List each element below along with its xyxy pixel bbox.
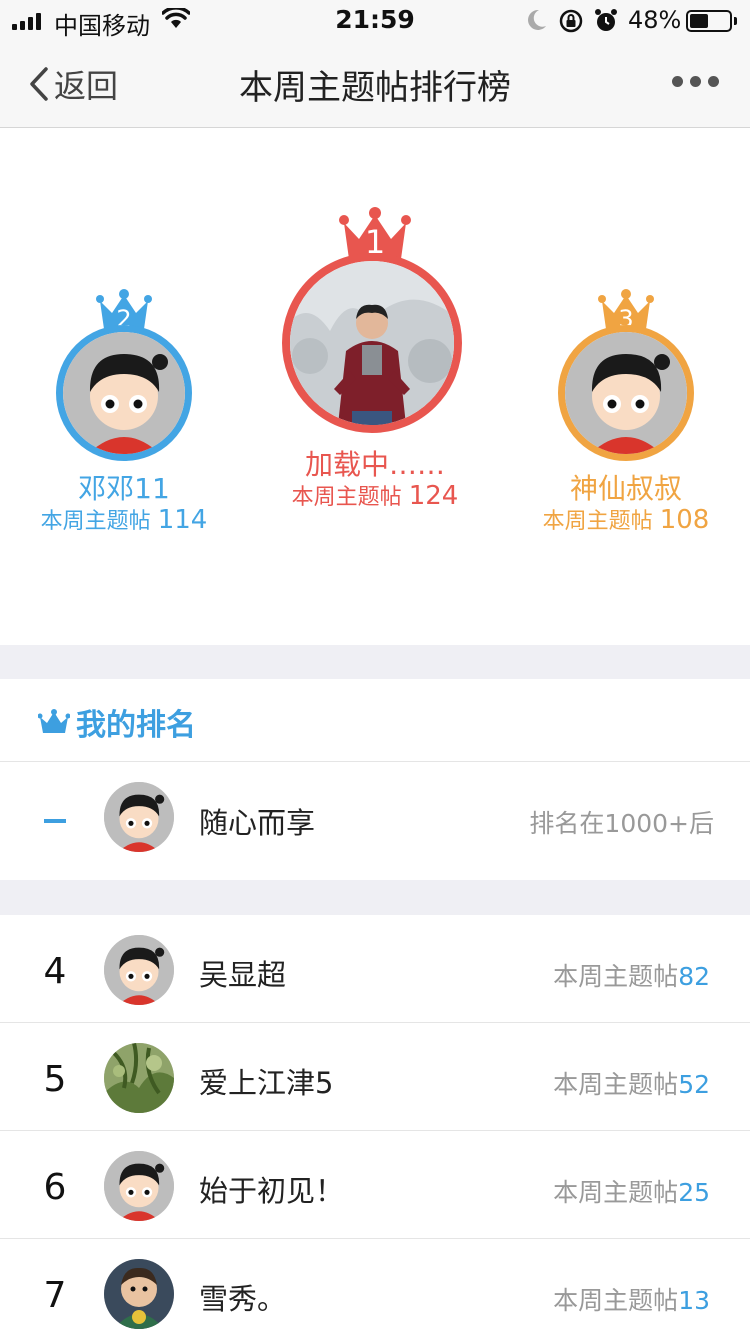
- weekly-post-count: 本周主题帖52: [553, 1065, 710, 1101]
- weekly-post-count: 本周主题帖82: [553, 957, 710, 993]
- count-value: 82: [678, 962, 710, 991]
- my-name: 随心而享: [199, 806, 316, 840]
- battery-percent: 48%: [628, 6, 682, 34]
- count-value: 108: [659, 505, 710, 535]
- section-divider: [0, 880, 750, 915]
- my-rank-header: 我的排名: [0, 679, 750, 762]
- avatar: [56, 325, 192, 461]
- orientation-lock-icon: [558, 8, 584, 38]
- section-divider: [0, 645, 750, 679]
- count-value: 25: [678, 1178, 710, 1207]
- list-item[interactable]: 5 爱上江津5 本周主题帖52: [0, 1023, 750, 1131]
- podium-first[interactable]: 1 加载中…… 本周主题帖 124: [260, 207, 490, 511]
- avatar: [104, 1043, 174, 1113]
- podium-name: 加载中……: [304, 448, 445, 481]
- cartoon-avatar-icon: [104, 782, 174, 852]
- avatar: [282, 253, 462, 433]
- my-rank-title: 我的排名: [76, 708, 196, 743]
- plant-photo: [104, 1043, 174, 1113]
- rank-number: 7: [43, 1275, 67, 1316]
- list-item[interactable]: 7 雪秀。 本周主题帖13: [0, 1239, 750, 1334]
- user-name: 爱上江津5: [199, 1066, 334, 1100]
- podium-third[interactable]: 3 神仙叔叔 本周主题帖 108: [526, 289, 726, 539]
- my-rank-row[interactable]: 随心而享 排名在1000+后: [0, 762, 750, 880]
- count-label: 本周主题帖: [40, 509, 151, 534]
- moon-icon: [527, 9, 547, 35]
- weekly-post-count: 本周主题帖13: [553, 1281, 710, 1317]
- user-name: 雪秀。: [199, 1282, 287, 1316]
- rank-number: 5: [43, 1059, 67, 1100]
- cartoon-avatar-icon: [63, 332, 185, 454]
- cartoon-avatar-icon: [565, 332, 687, 454]
- rank-number: 6: [43, 1167, 67, 1208]
- cartoon-avatar-icon: [104, 1151, 174, 1221]
- list-item[interactable]: 4 吴显超 本周主题帖82: [0, 915, 750, 1023]
- more-button[interactable]: [672, 76, 719, 87]
- weekly-post-count: 本周主题帖25: [553, 1173, 710, 1209]
- status-bar: 中国移动 21:59 48%: [0, 0, 750, 40]
- my-rank-status: 排名在1000+后: [529, 809, 714, 838]
- avatar: [104, 1259, 174, 1329]
- count-label: 本周主题帖: [542, 509, 653, 534]
- podium-name: 神仙叔叔: [569, 472, 682, 505]
- list-item[interactable]: 6 始于初见！ 本周主题帖25: [0, 1131, 750, 1239]
- podium: 2 邓邓11 本周主题帖 114 1 加载中…… 本周主题帖 124 3 神仙叔…: [0, 129, 750, 645]
- battery-icon: [686, 10, 732, 32]
- count-label: 本周主题帖: [553, 962, 679, 991]
- podium-name: 邓邓11: [78, 472, 170, 505]
- count-label: 本周主题帖: [553, 1286, 679, 1315]
- podium-count: 本周主题帖 124: [260, 479, 490, 511]
- podium-count: 本周主题帖 108: [526, 503, 726, 535]
- alarm-icon: [594, 8, 618, 38]
- count-label: 本周主题帖: [553, 1178, 679, 1207]
- nav-bar: 返回 本周主题帖排行榜: [0, 40, 750, 128]
- no-rank-dash: [44, 819, 66, 823]
- rank-number: 4: [43, 951, 67, 992]
- avatar: [104, 935, 174, 1005]
- count-value: 52: [678, 1070, 710, 1099]
- person-photo: [290, 261, 454, 425]
- count-label: 本周主题帖: [291, 485, 402, 510]
- count-value: 13: [678, 1286, 710, 1315]
- count-value: 114: [157, 505, 208, 535]
- cartoon-avatar-icon: [104, 935, 174, 1005]
- avatar: [104, 782, 174, 852]
- battery-cap: [734, 17, 737, 25]
- user-name: 始于初见！: [199, 1174, 345, 1208]
- count-label: 本周主题帖: [553, 1070, 679, 1099]
- dot-icon: [690, 76, 701, 87]
- dot-icon: [708, 76, 719, 87]
- crown-icon: [38, 709, 70, 733]
- page-title: 本周主题帖排行榜: [239, 68, 511, 108]
- battery-level: [690, 14, 708, 28]
- avatar: [558, 325, 694, 461]
- child-photo: [104, 1259, 174, 1329]
- user-name: 吴显超: [199, 958, 287, 992]
- podium-count: 本周主题帖 114: [24, 503, 224, 535]
- dot-icon: [672, 76, 683, 87]
- count-value: 124: [408, 481, 459, 511]
- podium-second[interactable]: 2 邓邓11 本周主题帖 114: [24, 289, 224, 539]
- avatar: [104, 1151, 174, 1221]
